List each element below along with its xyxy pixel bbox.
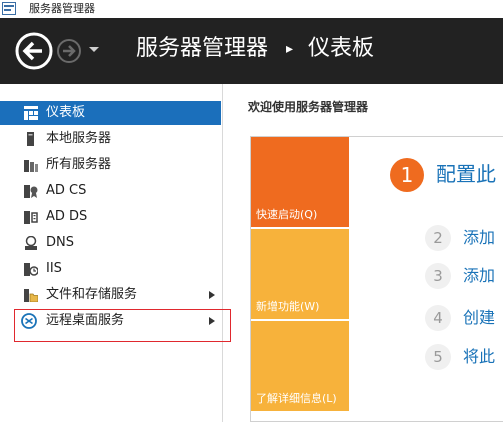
submenu-arrow-icon[interactable] — [209, 291, 215, 299]
step-link-add-servers[interactable]: 添加 — [463, 263, 495, 289]
step-number: 5 — [425, 344, 451, 370]
sidebar-item-label: AD DS — [46, 209, 88, 224]
sidebar-item-dns[interactable]: DNS — [0, 231, 221, 255]
step-number: 4 — [425, 305, 451, 331]
step-number: 1 — [390, 158, 424, 192]
step-link-connect-cloud[interactable]: 将此 — [463, 344, 495, 370]
history-dropdown-icon[interactable] — [88, 46, 100, 54]
sidebar-item-file-storage[interactable]: 文件和存储服务 — [0, 283, 221, 307]
breadcrumb-separator: ▸ — [286, 41, 294, 57]
file-storage-icon — [24, 289, 38, 302]
highlight-box — [14, 309, 231, 342]
certificate-icon — [24, 185, 38, 198]
forward-arrow-icon[interactable] — [56, 38, 82, 64]
window-titlebar: 服务器管理器 — [0, 0, 503, 18]
sidebar-item-dashboard[interactable]: 仪表板 — [0, 101, 221, 125]
step-number: 3 — [425, 263, 451, 289]
servers-icon — [24, 160, 38, 172]
dns-icon — [25, 236, 37, 250]
sidebar-item-iis[interactable]: IIS — [0, 257, 221, 281]
server-manager-app-icon — [2, 2, 16, 15]
breadcrumb-app[interactable]: 服务器管理器 — [136, 34, 268, 64]
tile-label: 了解详细信息(L) — [256, 392, 337, 405]
sidebar-item-local-server[interactable]: 本地服务器 — [0, 127, 221, 151]
step-link-configure[interactable]: 配置此 — [436, 159, 496, 189]
iis-icon — [24, 263, 38, 276]
tile-label: 快速启动(Q) — [256, 208, 318, 221]
sidebar-item-label: 本地服务器 — [46, 131, 112, 146]
back-arrow-icon[interactable] — [14, 31, 54, 71]
tile-whats-new[interactable]: 新增功能(W) — [251, 229, 349, 319]
server-icon — [27, 132, 34, 146]
step-link-add-roles[interactable]: 添加 — [463, 225, 495, 251]
welcome-title: 欢迎使用服务器管理器 — [248, 100, 369, 114]
app-header: 服务器管理器 ▸ 仪表板 — [0, 18, 503, 84]
window-title: 服务器管理器 — [29, 2, 95, 15]
tile-label: 新增功能(W) — [256, 300, 320, 313]
step-number: 2 — [425, 225, 451, 251]
sidebar-item-label: 仪表板 — [46, 105, 86, 120]
page-title: 仪表板 — [308, 36, 375, 61]
sidebar-item-all-servers[interactable]: 所有服务器 — [0, 153, 221, 177]
sidebar-item-ad-ds[interactable]: AD DS — [0, 205, 221, 229]
sidebar-item-label: DNS — [46, 235, 74, 250]
dashboard-icon — [24, 106, 38, 120]
sidebar-item-label: AD CS — [46, 183, 87, 198]
sidebar-item-ad-cs[interactable]: AD CS — [0, 179, 221, 203]
sidebar-item-label: 文件和存储服务 — [46, 287, 138, 302]
sidebar-item-label: IIS — [46, 261, 62, 276]
tile-learn-more[interactable]: 了解详细信息(L) — [251, 321, 349, 411]
tile-quick-start[interactable]: 快速启动(Q) — [251, 137, 349, 227]
sidebar-item-label: 所有服务器 — [46, 157, 112, 172]
directory-icon — [24, 211, 38, 224]
step-link-create-group[interactable]: 创建 — [463, 305, 495, 331]
